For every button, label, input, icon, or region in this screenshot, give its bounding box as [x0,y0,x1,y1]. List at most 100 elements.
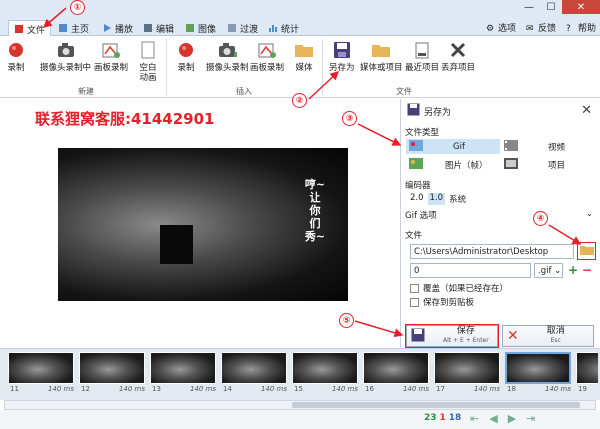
image-icon [185,23,195,33]
maximize-button[interactable]: ☐ [540,0,562,14]
panel-title: 另存为 [424,107,452,118]
tab-file[interactable]: 文件 [8,20,52,37]
type-project-option[interactable]: 项目 [504,157,596,172]
tab-stats[interactable]: 统计 [263,20,304,36]
help-icon: ? [565,23,571,34]
file-group-label: 文件 [396,87,412,96]
scrollbar-thumb[interactable] [292,402,580,408]
encoder-2-option[interactable]: 2.0 [410,193,424,205]
last-frame-icon[interactable]: ⇥ [526,412,535,425]
frame-item[interactable]: 19 [576,352,598,398]
add-icon[interactable]: + [568,263,578,277]
insert-media-button[interactable]: 媒体 [294,40,314,73]
previous-frame-icon[interactable]: ◀ [489,412,497,425]
clipboard-checkbox[interactable]: 保存到剪贴板 [410,296,474,308]
encoder-1-option[interactable]: 1.0 [427,193,446,205]
discard-project-button[interactable]: 丢弃项目 [441,40,475,73]
frame-thumbnail [79,352,145,384]
total-frames-count: 23 [424,413,437,423]
save-icon [332,40,352,60]
insert-group-label: 插入 [236,87,252,96]
cancel-icon: ✕ [507,328,519,344]
frame-thumbnail [434,352,500,384]
camera-icon [56,40,76,60]
frame-thumbnail [221,352,287,384]
cancel-button[interactable]: ✕ 取消 Esc [502,325,594,347]
frame-counts: 23 1 18 [424,413,461,423]
record-icon [176,40,196,60]
filename-field[interactable]: 0 [410,263,531,278]
file-label: 文件 [405,231,423,241]
frame-item[interactable]: 12 140 ms [79,352,147,398]
new-camera-record-button[interactable]: 摄像头录制中 [40,40,91,73]
frame-thumbnail [8,352,74,384]
video-icon [504,139,518,154]
type-images-option[interactable]: 图片（帧） [406,157,500,172]
remove-icon[interactable]: − [582,263,592,277]
edit-icon [143,23,153,33]
frame-item[interactable]: 14 140 ms [221,352,289,398]
encoder-system-option[interactable]: 系统 [449,193,466,205]
stats-icon [268,23,278,33]
tab-home[interactable]: 主页 [53,20,94,36]
images-icon [409,157,423,172]
frame-thumbnail [150,352,216,384]
recent-projects-button[interactable]: 最近项目 [405,40,439,73]
save-button[interactable]: 保存 Alt + E + Enter [405,324,499,348]
frame-item[interactable]: 16 140 ms [363,352,431,398]
frame-item[interactable]: 17 140 ms [434,352,502,398]
browse-folder-button[interactable] [577,242,596,260]
selected-frames-count: 1 [439,413,446,423]
tab-transition[interactable]: 过渡 [222,20,263,36]
blank-animation-button[interactable]: 空白 动画 [138,40,158,83]
insert-board-record-button[interactable]: 画板录制 [250,40,284,73]
type-video-option[interactable]: 视频 [504,139,596,154]
help-link[interactable]: ? 帮助 [565,21,596,35]
frame-item[interactable]: 13 140 ms [150,352,218,398]
ribbon-separator [166,39,167,95]
tab-play[interactable]: 播放 [97,20,138,36]
close-icon[interactable]: ✕ [581,103,592,118]
window-controls: — ☐ ✕ [518,0,600,14]
insert-camera-record-button[interactable]: 摄像头录制 [206,40,249,73]
tab-bar: — ☐ ✕ 文件 主页 播放 编辑 图像 过渡 统计 ⚙ 选项 ✉ 反馈 ? 帮助 [0,0,600,37]
frame-thumbnail [292,352,358,384]
gif-options-expander[interactable]: Gif 选项 ⌄ [405,209,593,221]
path-field[interactable]: C:\Users\Administrator\Desktop [410,244,574,259]
preview-area: 联系狸窝客服:41442901 哼~ 让 你 们 秀~ [0,99,400,348]
frame-item[interactable]: 15 140 ms [292,352,360,398]
minimize-button[interactable]: — [518,0,540,14]
frame-item[interactable]: 11 140 ms [8,352,76,398]
board-icon [101,40,121,60]
frame-strip: 11 140 ms 12 140 ms 13 140 ms 14 140 ms 15 14… [0,348,600,400]
annotation-marker-4: ④ [533,211,548,226]
ribbon: 录制 摄像头录制中 画板录制 空白 动画 新建 录制 摄像头录制 画板录制 媒体… [0,36,600,98]
first-frame-icon[interactable]: ⇤ [470,412,479,425]
save-icon [407,103,420,119]
tab-edit[interactable]: 编辑 [138,20,179,36]
overwrite-checkbox[interactable]: 覆盖（如果已经存在） [410,282,508,294]
horizontal-scrollbar[interactable] [4,400,596,410]
new-record-button[interactable]: 录制 [6,40,26,73]
annotation-marker-1: ① [70,0,85,15]
gear-icon: ⚙ [485,23,495,34]
next-frame-icon[interactable]: ▶ [508,412,516,425]
folder-icon [294,40,314,60]
feedback-link[interactable]: ✉ 反馈 [526,21,556,35]
new-board-record-button[interactable]: 画板录制 [94,40,128,73]
tab-image[interactable]: 图像 [180,20,221,36]
extension-select[interactable]: .gif ⌄ [534,263,563,278]
frame-navigation: ⇤ ◀ ▶ ⇥ [470,412,535,425]
save-as-button[interactable]: 另存为 [329,40,355,73]
type-gif-option[interactable]: Gif [406,139,500,154]
annotation-marker-2: ② [292,93,307,108]
options-link[interactable]: ⚙ 选项 [485,21,516,35]
discard-icon [448,40,468,60]
overlay-caption: 哼~ 让 你 们 秀~ [304,178,326,243]
annotation-marker-3: ③ [342,111,357,126]
close-window-button[interactable]: ✕ [562,0,600,14]
media-or-project-button[interactable]: 媒体或项目 [360,40,403,73]
frame-thumbnail [505,352,571,384]
frame-item-selected[interactable]: 18 140 ms [505,352,573,398]
insert-record-button[interactable]: 录制 [176,40,196,73]
